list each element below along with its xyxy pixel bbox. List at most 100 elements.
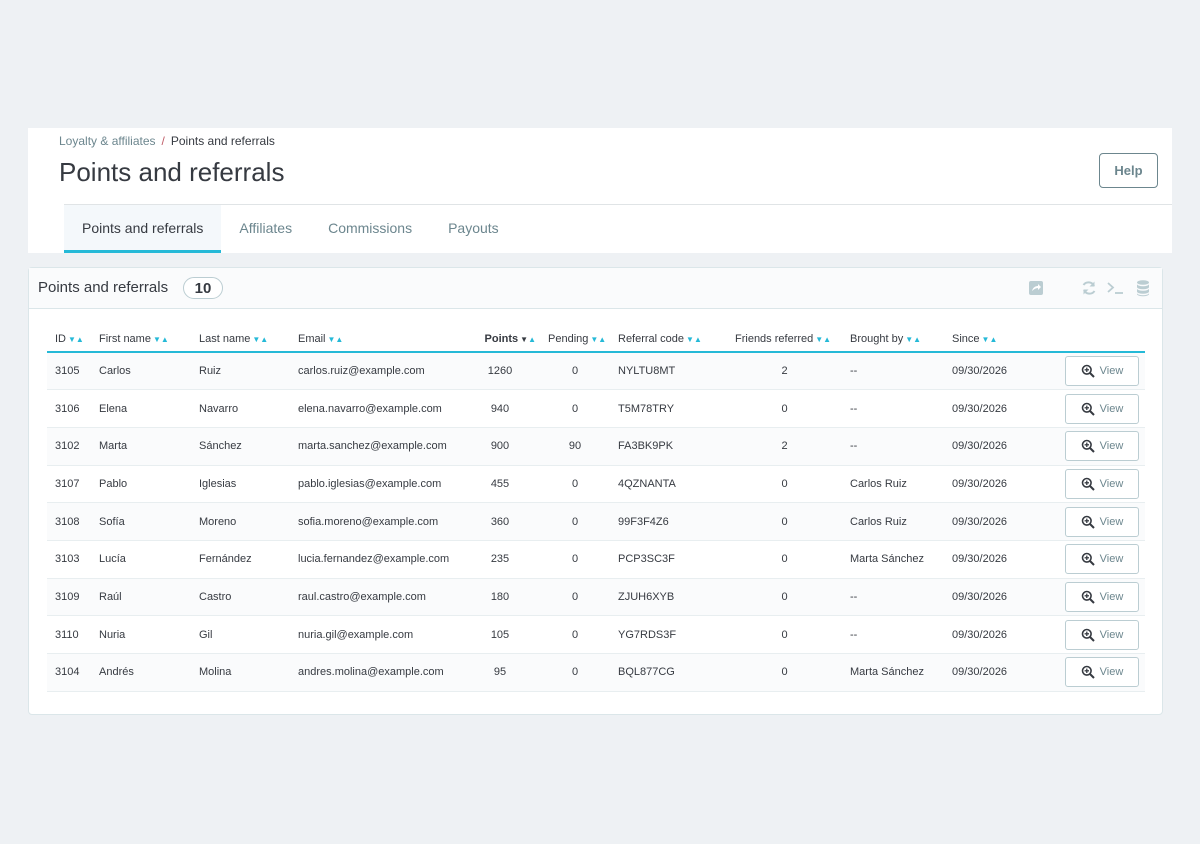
- view-button[interactable]: View: [1065, 581, 1139, 612]
- cell-points: 1260: [460, 352, 540, 391]
- help-button[interactable]: Help: [1099, 153, 1158, 188]
- breadcrumb: Loyalty & affiliates / Points and referral…: [59, 134, 275, 148]
- column-header-since[interactable]: Since ▼▲: [944, 326, 1032, 353]
- view-button[interactable]: View: [1065, 356, 1139, 387]
- cell-referral-code: 4QZNANTA: [610, 465, 727, 504]
- sort-arrows-icon[interactable]: ▼▲: [153, 335, 169, 344]
- cell-friends-referred: 0: [727, 578, 842, 617]
- cell-since: 09/30/2026: [944, 465, 1032, 504]
- view-button[interactable]: View: [1065, 657, 1139, 688]
- sort-arrows-icon[interactable]: ▼▲: [252, 335, 268, 344]
- sort-arrows-icon[interactable]: ▼▲: [328, 335, 344, 344]
- cell-email: elena.navarro@example.com: [290, 389, 460, 428]
- zoom-in-icon: [1081, 439, 1095, 453]
- cell-referral-code: T5M78TRY: [610, 389, 727, 428]
- breadcrumb-parent-link[interactable]: Loyalty & affiliates: [59, 134, 156, 148]
- column-header-points[interactable]: Points ▼▲: [460, 326, 540, 353]
- cell-brought-by: --: [842, 427, 944, 466]
- view-button-label: View: [1099, 590, 1124, 603]
- cell-friends-referred: 0: [727, 502, 842, 541]
- cell-first-name: Elena: [91, 389, 191, 428]
- sort-arrows-icon[interactable]: ▼▲: [590, 335, 606, 344]
- cell-id: 3106: [47, 389, 91, 428]
- view-button[interactable]: View: [1065, 431, 1139, 462]
- cell-actions: View: [1032, 502, 1145, 541]
- view-button[interactable]: View: [1065, 544, 1139, 575]
- sort-arrows-icon[interactable]: ▼▲: [905, 335, 921, 344]
- column-header-email[interactable]: Email ▼▲: [290, 326, 460, 353]
- view-button-label: View: [1099, 440, 1124, 453]
- cell-brought-by: Carlos Ruiz: [842, 502, 944, 541]
- cell-last-name: Fernández: [191, 540, 290, 579]
- cell-since: 09/30/2026: [944, 578, 1032, 617]
- sort-arrows-icon[interactable]: ▼▲: [520, 335, 536, 344]
- tab-bar: Points and referrals Affiliates Commissi…: [64, 205, 517, 253]
- sql-query-icon[interactable]: [1106, 279, 1124, 297]
- cell-email: raul.castro@example.com: [290, 578, 460, 617]
- cell-brought-by: --: [842, 352, 944, 391]
- cell-brought-by: Marta Sánchez: [842, 540, 944, 579]
- tab-points-and-referrals[interactable]: Points and referrals: [64, 205, 222, 253]
- sort-arrows-icon[interactable]: ▼▲: [815, 335, 831, 344]
- cell-id: 3110: [47, 615, 91, 654]
- cell-since: 09/30/2026: [944, 389, 1032, 428]
- cell-actions: View: [1032, 540, 1145, 579]
- cell-id: 3103: [47, 540, 91, 579]
- zoom-in-icon: [1081, 477, 1095, 491]
- refresh-icon[interactable]: [1080, 279, 1098, 297]
- cell-actions: View: [1032, 615, 1145, 654]
- cell-brought-by: Marta Sánchez: [842, 653, 944, 692]
- cell-first-name: Andrés: [91, 653, 191, 692]
- cell-points: 900: [460, 427, 540, 466]
- tab-commissions[interactable]: Commissions: [310, 205, 430, 253]
- table-row: 3108 Sofía Moreno sofia.moreno@example.com 3…: [47, 502, 1145, 541]
- page-title: Points and referrals: [59, 157, 285, 187]
- column-header-last-name[interactable]: Last name ▼▲: [191, 326, 290, 353]
- sort-arrows-icon[interactable]: ▼▲: [982, 335, 998, 344]
- cell-first-name: Raúl: [91, 578, 191, 617]
- table-row: 3107 Pablo Iglesias pablo.iglesias@example.…: [47, 465, 1145, 504]
- column-header-referral-code[interactable]: Referral code ▼▲: [610, 326, 727, 353]
- cell-id: 3102: [47, 427, 91, 466]
- view-button[interactable]: View: [1065, 393, 1139, 424]
- cell-pending: 0: [540, 389, 610, 428]
- cell-pending: 0: [540, 615, 610, 654]
- tab-payouts[interactable]: Payouts: [430, 205, 517, 253]
- breadcrumb-current: Points and referrals: [170, 134, 275, 148]
- cell-actions: View: [1032, 427, 1145, 466]
- sort-arrows-icon[interactable]: ▼▲: [68, 335, 84, 344]
- table-row: 3103 Lucía Fernández lucia.fernandez@exampl…: [47, 540, 1145, 579]
- sort-arrows-icon[interactable]: ▼▲: [686, 335, 702, 344]
- column-header-first-name[interactable]: First name ▼▲: [91, 326, 191, 353]
- column-label: Referral code: [618, 332, 685, 345]
- tab-affiliates[interactable]: Affiliates: [221, 205, 310, 253]
- cell-email: lucia.fernandez@example.com: [290, 540, 460, 579]
- cell-brought-by: --: [842, 578, 944, 617]
- column-header-actions: [1032, 326, 1145, 353]
- cell-pending: 0: [540, 653, 610, 692]
- breadcrumb-separator: /: [161, 134, 165, 148]
- view-button[interactable]: View: [1065, 506, 1139, 537]
- column-header-brought-by[interactable]: Brought by ▼▲: [842, 326, 944, 353]
- cell-first-name: Nuria: [91, 615, 191, 654]
- cell-pending: 0: [540, 540, 610, 579]
- column-label: Pending: [548, 332, 589, 345]
- column-header-id[interactable]: ID ▼▲: [47, 326, 91, 353]
- view-button[interactable]: View: [1065, 619, 1139, 650]
- cell-brought-by: --: [842, 389, 944, 428]
- column-header-pending[interactable]: Pending ▼▲: [540, 326, 610, 353]
- panel-title: Points and referrals: [38, 279, 169, 296]
- cell-pending: 0: [540, 578, 610, 617]
- column-header-friends-referred[interactable]: Friends referred ▼▲: [727, 326, 842, 353]
- cell-points: 105: [460, 615, 540, 654]
- export-icon[interactable]: [1027, 279, 1045, 297]
- cell-friends-referred: 0: [727, 615, 842, 654]
- view-button[interactable]: View: [1065, 468, 1139, 499]
- cell-pending: 90: [540, 427, 610, 466]
- table-row: 3110 Nuria Gil nuria.gil@example.com 105 0 YG7…: [47, 615, 1145, 654]
- table-row: 3104 Andrés Molina andres.molina@example.co…: [47, 653, 1145, 692]
- database-icon[interactable]: [1134, 279, 1152, 297]
- cell-since: 09/30/2026: [944, 615, 1032, 654]
- view-button-label: View: [1099, 515, 1124, 528]
- zoom-in-icon: [1081, 552, 1095, 566]
